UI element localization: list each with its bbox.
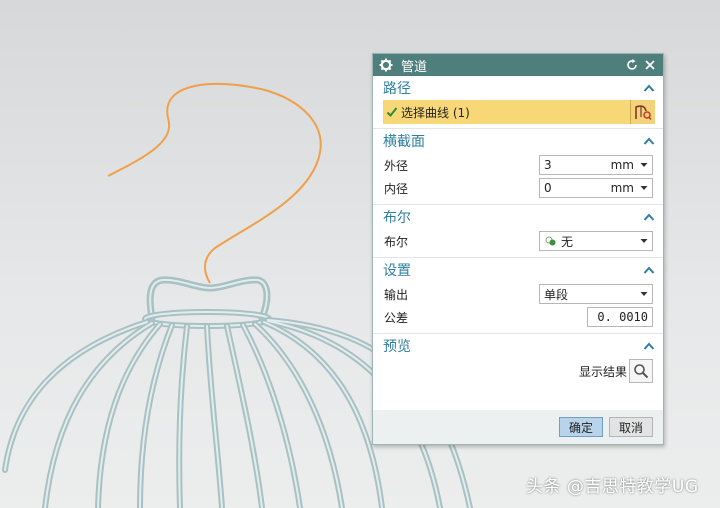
output-label: 输出 [384,287,409,302]
outer-diameter-label: 外径 [384,158,409,173]
inner-diameter-row: 内径 0 mm [373,177,663,199]
show-result-button[interactable] [629,359,653,383]
close-icon[interactable] [643,58,657,72]
boolean-section: 布尔 布尔 无 [373,205,663,258]
preview-section-header[interactable]: 预览 [373,334,663,358]
settings-section-header[interactable]: 设置 [373,258,663,282]
output-value[interactable]: 单段 [544,286,640,303]
boolean-none-icon [545,236,556,246]
boolean-select[interactable]: 无 [539,231,653,251]
boolean-section-header[interactable]: 布尔 [373,205,663,229]
dialog-titlebar[interactable]: 管道 [373,54,663,76]
tolerance-row: 公差 0. 0010 [373,306,663,328]
path-section-title: 路径 [383,81,411,97]
preview-section: 预览 显示结果 [373,334,663,388]
reset-icon[interactable] [625,58,639,72]
boolean-value[interactable]: 无 [561,233,640,250]
caret-up-icon[interactable] [643,83,655,93]
curve-select-button[interactable] [630,100,655,124]
settings-section: 设置 输出 单段 公差 0. 0010 [373,258,663,334]
inner-diameter-field[interactable]: 0 mm [539,178,653,198]
show-result-row: 显示结果 [373,358,663,384]
pipe-dialog: 管道 路径 选择曲线 (1) 横截面 外径 3 mm 内径 0 mm 布尔 布尔… [372,53,664,445]
dropdown-arrow-icon[interactable] [640,238,648,244]
outer-diameter-row: 外径 3 mm [373,154,663,176]
select-curve-row[interactable]: 选择曲线 (1) [383,100,655,124]
cancel-button[interactable]: 取消 [609,417,653,437]
inner-diameter-value[interactable]: 0 [544,181,611,195]
gear-icon [379,58,393,72]
outer-diameter-value[interactable]: 3 [544,158,611,172]
dropdown-arrow-icon[interactable] [640,162,648,168]
select-curve-label: 选择曲线 (1) [401,105,470,120]
caret-up-icon[interactable] [643,212,655,222]
caret-up-icon[interactable] [643,341,655,351]
tolerance-label: 公差 [384,310,409,325]
curve-select-icon [635,105,652,120]
dropdown-arrow-icon[interactable] [640,185,648,191]
output-select[interactable]: 单段 [539,284,653,304]
boolean-row: 布尔 无 [373,230,663,252]
check-icon [386,107,398,117]
dropdown-arrow-icon[interactable] [640,291,648,297]
path-curve [107,82,322,284]
cross-section-title: 横截面 [383,134,425,150]
dialog-title: 管道 [401,59,428,75]
tolerance-input[interactable]: 0. 0010 [587,307,653,327]
magnifier-icon [634,364,649,379]
path-section-header[interactable]: 路径 [373,76,663,100]
boolean-section-title: 布尔 [383,210,411,226]
path-section: 路径 选择曲线 (1) [373,76,663,129]
caret-up-icon[interactable] [643,136,655,146]
output-row: 输出 单段 [373,283,663,305]
inner-diameter-unit[interactable]: mm [611,181,634,195]
preview-section-title: 预览 [383,339,411,355]
boolean-label: 布尔 [384,234,409,249]
inner-diameter-label: 内径 [384,181,409,196]
cross-section-header[interactable]: 横截面 [373,129,663,153]
watermark: 头条 @吉思特教学UG [526,477,699,497]
show-result-label: 显示结果 [578,364,627,379]
caret-up-icon[interactable] [643,265,655,275]
outer-diameter-unit[interactable]: mm [611,158,634,172]
cross-section: 横截面 外径 3 mm 内径 0 mm [373,129,663,205]
settings-section-title: 设置 [383,263,411,279]
ok-button[interactable]: 确定 [559,417,603,437]
outer-diameter-field[interactable]: 3 mm [539,155,653,175]
dialog-footer: 确定 取消 [373,410,663,444]
